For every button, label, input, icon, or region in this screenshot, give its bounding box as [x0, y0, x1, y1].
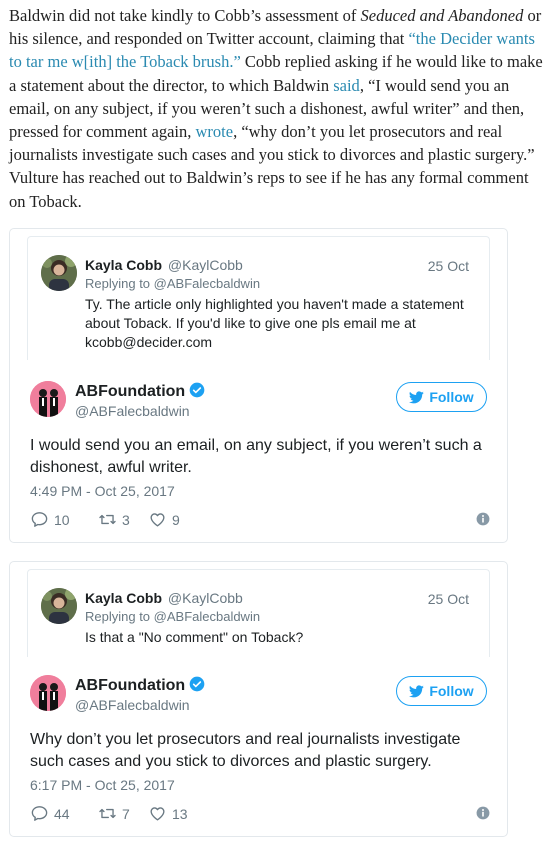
author-name[interactable]: Kayla Cobb @KaylCobb	[85, 590, 243, 606]
author-handle[interactable]: @ABFalecbaldwin	[75, 697, 190, 713]
author-name[interactable]: Kayla Cobb @KaylCobb	[85, 257, 243, 273]
twitter-bird-icon	[409, 390, 425, 403]
author-handle: @KaylCobb	[167, 590, 243, 606]
avatar[interactable]	[30, 675, 66, 711]
avatar-image	[41, 588, 77, 624]
follow-label: Follow	[429, 389, 474, 405]
replying-to[interactable]: Replying to @ABFalecbaldwin	[85, 276, 260, 291]
like-count: 13	[172, 805, 188, 822]
tweet-timestamp[interactable]: 4:49 PM - Oct 25, 2017	[30, 483, 175, 499]
tweet-date[interactable]: 25 Oct	[428, 258, 469, 274]
follow-button[interactable]: Follow	[396, 676, 487, 706]
replying-to[interactable]: Replying to @ABFalecbaldwin	[85, 609, 260, 624]
author-handle: @KaylCobb	[167, 257, 243, 273]
reply-count: 44	[54, 805, 70, 822]
said-link[interactable]: said	[333, 76, 360, 95]
retweet-icon	[99, 514, 116, 525]
twitter-bird-icon	[409, 684, 425, 697]
quoted-tweet-text: Ty. The article only highlighted you hav…	[85, 296, 464, 350]
quoted-tweet-text: Is that a "No comment" on Toback?	[85, 629, 304, 645]
reply-action[interactable]: 44	[30, 804, 70, 823]
wrote-link[interactable]: wrote	[195, 122, 233, 141]
tweet-text: I would send you an email, on any subjec…	[30, 437, 482, 476]
avatar[interactable]	[41, 588, 77, 624]
reply-icon	[31, 806, 48, 821]
tweet-actions: 10 3 9	[30, 510, 490, 530]
avatar[interactable]	[30, 381, 66, 417]
tweet-actions: 44 7 13	[30, 804, 490, 824]
like-action[interactable]: 13	[148, 804, 188, 823]
retweet-action[interactable]: 7	[98, 804, 130, 823]
avatar-image	[41, 255, 77, 291]
tweet-text: Why don’t you let prosecutors and real j…	[30, 731, 461, 770]
avatar-image	[30, 381, 66, 417]
tweet-timestamp[interactable]: 6:17 PM - Oct 25, 2017	[30, 777, 175, 793]
author-name[interactable]: ABFoundation	[75, 676, 205, 695]
like-count: 9	[172, 511, 180, 528]
follow-label: Follow	[429, 683, 474, 699]
like-action[interactable]: 9	[148, 510, 180, 529]
avatar-image	[30, 675, 66, 711]
article-text: Baldwin did not take kindly to Cobb’s as…	[9, 6, 361, 25]
tweet-date[interactable]: 25 Oct	[428, 591, 469, 607]
article-paragraph: Baldwin did not take kindly to Cobb’s as…	[9, 4, 547, 213]
retweet-count: 3	[122, 511, 130, 528]
reply-icon	[31, 512, 48, 527]
retweet-icon	[99, 808, 116, 819]
film-title: Seduced and Abandoned	[360, 6, 524, 25]
heart-icon	[150, 513, 165, 527]
retweet-action[interactable]: 3	[98, 510, 130, 529]
verified-badge-icon	[189, 676, 205, 692]
info-icon[interactable]	[476, 806, 490, 820]
heart-icon	[150, 807, 165, 821]
follow-button[interactable]: Follow	[396, 382, 487, 412]
avatar[interactable]	[41, 255, 77, 291]
author-handle[interactable]: @ABFalecbaldwin	[75, 403, 190, 419]
embedded-tweet[interactable]: Kayla Cobb @KaylCobb 25 Oct Replying to …	[9, 561, 508, 837]
verified-badge-icon	[189, 382, 205, 398]
reply-action[interactable]: 10	[30, 510, 70, 529]
author-name[interactable]: ABFoundation	[75, 382, 205, 401]
reply-count: 10	[54, 511, 70, 528]
info-icon[interactable]	[476, 512, 490, 526]
quoted-tweet[interactable]: Kayla Cobb @KaylCobb 25 Oct Replying to …	[27, 236, 490, 360]
quoted-tweet[interactable]: Kayla Cobb @KaylCobb 25 Oct Replying to …	[27, 569, 490, 657]
embedded-tweet[interactable]: Kayla Cobb @KaylCobb 25 Oct Replying to …	[9, 228, 508, 543]
retweet-count: 7	[122, 805, 130, 822]
